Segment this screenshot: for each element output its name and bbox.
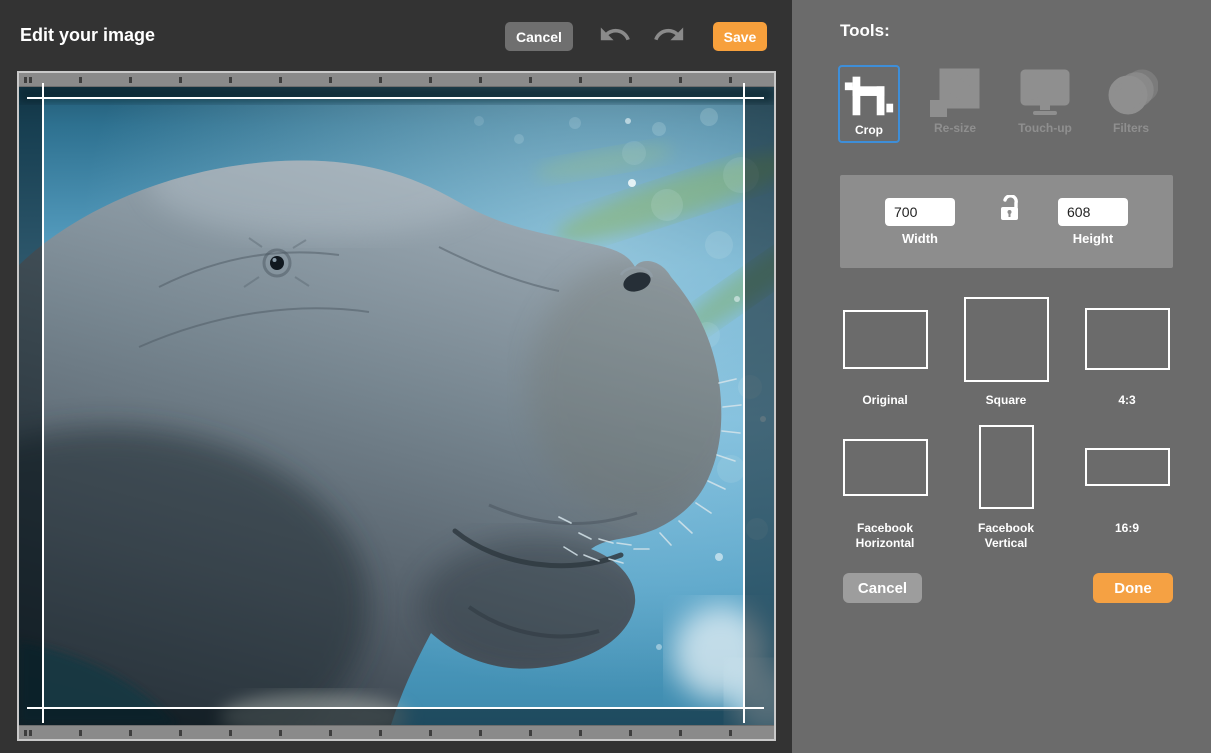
tool-touchup-label: Touch-up bbox=[1018, 121, 1072, 135]
aspect-presets: Original Square 4:3 Facebook Horizontal … bbox=[835, 293, 1177, 551]
width-input[interactable] bbox=[885, 198, 955, 226]
page-title: Edit your image bbox=[20, 25, 155, 46]
crop-done-button[interactable]: Done bbox=[1093, 573, 1173, 603]
preset-4-3-label: 4:3 bbox=[1118, 393, 1135, 408]
crop-icon bbox=[841, 67, 897, 123]
preset-facebook-horizontal[interactable]: Facebook Horizontal bbox=[835, 421, 935, 551]
crop-handle-top[interactable] bbox=[27, 97, 764, 99]
cancel-button[interactable]: Cancel bbox=[505, 22, 573, 51]
tool-touchup[interactable]: Touch-up bbox=[1014, 65, 1076, 143]
resize-icon bbox=[929, 65, 981, 121]
preset-square[interactable]: Square bbox=[956, 293, 1056, 408]
undo-icon bbox=[598, 37, 632, 52]
image-canvas bbox=[17, 71, 776, 741]
photo-manatee[interactable] bbox=[19, 87, 774, 725]
crop-handle-bottom[interactable] bbox=[27, 707, 764, 709]
tool-filters[interactable]: Filters bbox=[1100, 65, 1162, 143]
width-label: Width bbox=[885, 231, 955, 246]
crop-dimensions-box: Width Height bbox=[840, 175, 1173, 268]
preset-facebook-vertical-label: Facebook Vertical bbox=[960, 521, 1052, 551]
redo-button[interactable] bbox=[650, 23, 688, 51]
preset-facebook-horizontal-shape bbox=[843, 439, 928, 496]
preset-16-9[interactable]: 16:9 bbox=[1077, 421, 1177, 551]
tools-panel: Tools: Crop Re-size bbox=[792, 0, 1211, 753]
tool-resize-label: Re-size bbox=[934, 121, 976, 135]
save-button[interactable]: Save bbox=[713, 22, 767, 51]
height-input[interactable] bbox=[1058, 198, 1128, 226]
crop-handle-right[interactable] bbox=[743, 83, 745, 723]
tool-resize[interactable]: Re-size bbox=[924, 65, 986, 143]
preset-original-label: Original bbox=[862, 393, 907, 408]
filters-icon bbox=[1104, 65, 1158, 121]
crop-handle-left[interactable] bbox=[42, 83, 44, 723]
preset-facebook-vertical[interactable]: Facebook Vertical bbox=[956, 421, 1056, 551]
preset-original-shape bbox=[843, 310, 928, 369]
aspect-lock-button[interactable] bbox=[997, 195, 1023, 225]
touchup-icon bbox=[1019, 65, 1071, 121]
unlock-icon bbox=[998, 211, 1022, 226]
preset-16-9-label: 16:9 bbox=[1115, 521, 1139, 536]
crop-cancel-button[interactable]: Cancel bbox=[843, 573, 922, 603]
tool-filters-label: Filters bbox=[1113, 121, 1149, 135]
preset-4-3-shape bbox=[1085, 308, 1170, 370]
editor-section: Edit your image Cancel Save bbox=[0, 0, 792, 753]
ruler-bottom bbox=[19, 725, 774, 739]
tool-crop-label: Crop bbox=[855, 123, 883, 137]
tool-crop[interactable]: Crop bbox=[838, 65, 900, 143]
preset-original[interactable]: Original bbox=[835, 293, 935, 408]
tools-heading: Tools: bbox=[840, 21, 890, 41]
preset-facebook-vertical-shape bbox=[979, 425, 1034, 509]
preset-4-3[interactable]: 4:3 bbox=[1077, 293, 1177, 408]
preset-facebook-horizontal-label: Facebook Horizontal bbox=[839, 521, 931, 551]
preset-square-label: Square bbox=[986, 393, 1027, 408]
height-label: Height bbox=[1058, 231, 1128, 246]
ruler-top bbox=[19, 73, 774, 87]
preset-square-shape bbox=[964, 297, 1049, 382]
undo-button[interactable] bbox=[596, 23, 634, 51]
redo-icon bbox=[652, 37, 686, 52]
preset-16-9-shape bbox=[1085, 448, 1170, 486]
